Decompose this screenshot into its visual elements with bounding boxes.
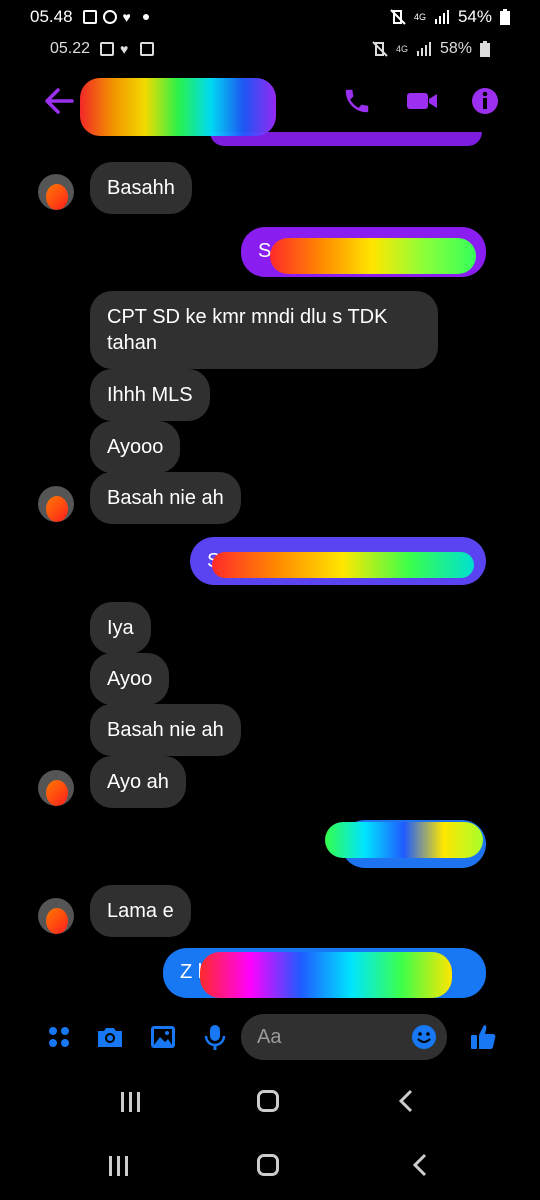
emoji-icon: [412, 1025, 436, 1049]
recent-apps-button[interactable]: [98, 1151, 138, 1181]
battery-icon: [500, 9, 510, 25]
message-input[interactable]: [257, 1024, 397, 1050]
emoji-button[interactable]: [411, 1024, 437, 1050]
contact-avatar[interactable]: [38, 898, 74, 934]
message-bubble-incoming[interactable]: Iya: [90, 602, 151, 654]
network-type-label: 4G: [413, 12, 426, 22]
message-bubble-incoming[interactable]: Lama e: [90, 885, 191, 937]
message-bubble-incoming[interactable]: Ayooo: [90, 421, 181, 473]
heart-notification-icon: ♥: [120, 41, 129, 57]
more-notifications-icon: [142, 14, 149, 20]
signal-icon: [416, 42, 431, 56]
message-text: S: [207, 550, 221, 572]
back-chevron-icon: [412, 1153, 427, 1177]
recent-apps-button[interactable]: [110, 1087, 150, 1117]
back-chevron-icon: [398, 1089, 413, 1113]
voice-message-button[interactable]: [200, 1022, 230, 1052]
messenger-notification-icon: [102, 10, 117, 24]
battery-percentage: 58%: [439, 40, 472, 57]
home-button[interactable]: [248, 1151, 288, 1181]
system-navigation-bar: [0, 1072, 540, 1132]
message-bubble-outgoing[interactable]: S: [190, 537, 486, 585]
message-bubble-outgoing[interactable]: Su: [241, 227, 486, 277]
home-button[interactable]: [248, 1087, 288, 1117]
contact-avatar[interactable]: [38, 486, 74, 522]
message-bubble-incoming[interactable]: Basah nie ah: [90, 472, 241, 524]
battery-icon: [480, 41, 490, 57]
message-bubble-incoming[interactable]: Ihhh MLS: [90, 369, 210, 421]
battery-percentage: 54%: [457, 7, 492, 26]
gallery-notification-icon: [82, 10, 97, 24]
contact-avatar[interactable]: [38, 770, 74, 806]
gallery-notification-icon: [100, 42, 115, 56]
back-button[interactable]: [42, 86, 76, 116]
system-navigation-bar: [0, 1136, 540, 1196]
camera-icon: [98, 1028, 122, 1047]
message-bubble-outgoing[interactable]: Z k: [163, 948, 486, 998]
network-type-label: 4G: [395, 44, 408, 54]
video-call-button[interactable]: [406, 86, 437, 116]
back-nav-button[interactable]: [400, 1151, 440, 1181]
camera-button[interactable]: [95, 1022, 125, 1052]
message-bubble-incoming[interactable]: CPT SD ke kmr mndi dlu s TDK tahan: [90, 291, 438, 369]
message-text: Su: [258, 240, 283, 262]
contact-avatar[interactable]: [38, 174, 74, 210]
message-bubble-incoming[interactable]: Ayoo: [90, 653, 170, 705]
back-arrow-icon: [45, 88, 74, 114]
thumbs-up-icon: [471, 1025, 496, 1049]
chat-header: [0, 72, 540, 132]
video-camera-icon: [407, 93, 437, 109]
message-input-field[interactable]: [241, 1014, 447, 1060]
message-bubble-incoming[interactable]: Basah nie ah: [90, 704, 241, 756]
voice-call-button[interactable]: [342, 86, 372, 116]
info-button[interactable]: [470, 86, 500, 116]
message-bubble-outgoing[interactable]: [341, 820, 486, 868]
like-button[interactable]: [468, 1022, 498, 1052]
mute-vibrate-icon: [372, 41, 388, 57]
header-overlay-edge: [210, 132, 482, 146]
gallery-button[interactable]: [148, 1022, 178, 1052]
status-bar-secondary: 05.22 ♥ 4G 58%: [0, 34, 540, 64]
more-actions-button[interactable]: [44, 1022, 74, 1052]
message-composer: [0, 1012, 540, 1062]
message-text: Z k: [180, 961, 208, 983]
status-time: 05.22: [50, 40, 91, 57]
back-nav-button[interactable]: [386, 1087, 426, 1117]
status-bar-primary: 05.48 ♥ 4G 54%: [0, 2, 540, 32]
contact-name-redacted[interactable]: [90, 90, 260, 114]
app-notification-icon: [140, 42, 155, 56]
microphone-icon: [204, 1025, 226, 1050]
menu-dots-icon: [49, 1027, 69, 1047]
message-bubble-incoming[interactable]: Ayo ah: [90, 756, 186, 808]
image-icon: [151, 1026, 175, 1048]
heart-notification-icon: ♥: [122, 9, 131, 25]
mute-vibrate-icon: [390, 9, 406, 25]
status-time: 05.48: [30, 7, 73, 26]
signal-icon: [434, 10, 449, 24]
info-icon: [472, 88, 498, 114]
message-bubble-incoming[interactable]: Basahh: [90, 162, 192, 214]
phone-icon: [345, 89, 369, 113]
